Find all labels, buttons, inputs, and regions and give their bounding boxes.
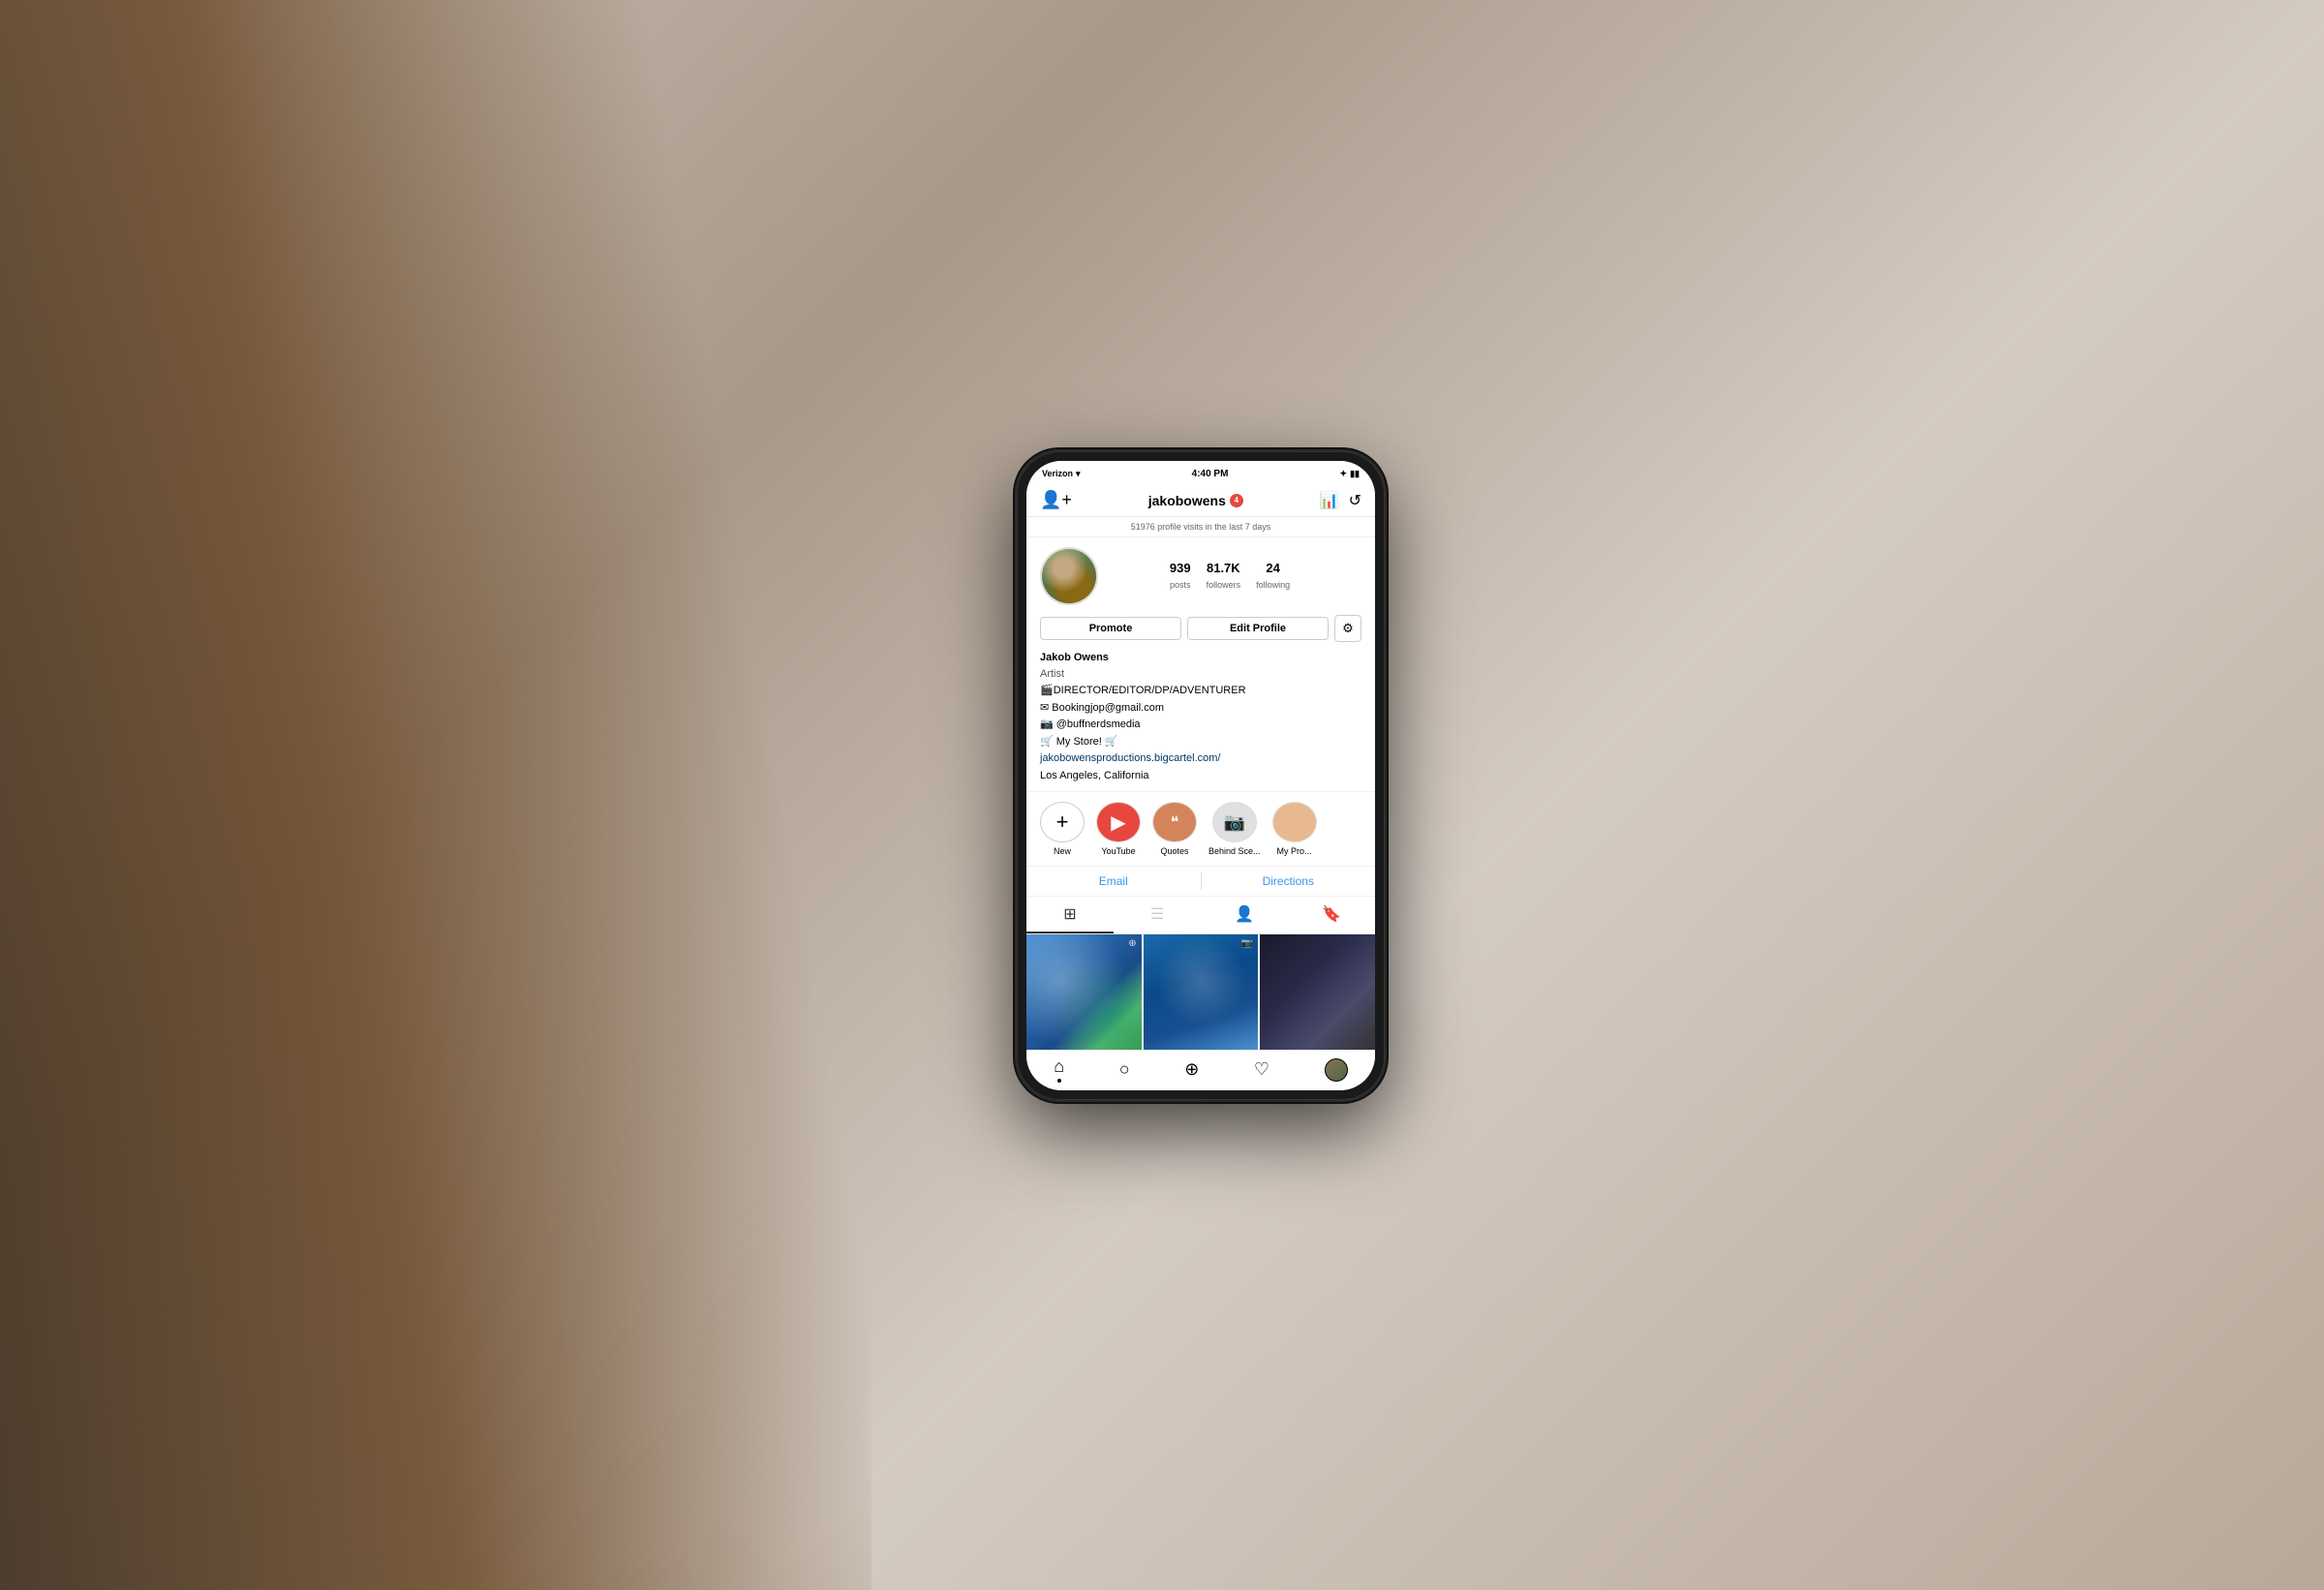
list-icon: ☰	[1150, 904, 1164, 924]
bio-location: Los Angeles, California	[1040, 768, 1361, 784]
followers-count: 81.7K	[1207, 561, 1241, 575]
nav-bar: 👤+ jakobowens 4 📊 ↺	[1026, 484, 1375, 517]
insights-text: 51976 profile visits in the last 7 days	[1131, 522, 1271, 532]
avatar-image	[1042, 549, 1096, 603]
bio-link[interactable]: jakobowensproductions.bigcartel.com/	[1040, 750, 1361, 767]
profile-avatar-small	[1325, 1058, 1348, 1082]
bottom-nav-search[interactable]: ○	[1119, 1059, 1130, 1080]
followers-stat[interactable]: 81.7K followers	[1207, 561, 1241, 593]
username-container: jakobowens 4	[1148, 493, 1243, 508]
chart-icon[interactable]: 📊	[1320, 491, 1339, 510]
bio-name: Jakob Owens	[1040, 650, 1361, 666]
photo-cell-2[interactable]: 📷	[1144, 934, 1259, 1050]
settings-icon: ⚙	[1342, 621, 1354, 636]
status-time: 4:40 PM	[1192, 469, 1229, 479]
highlight-quotes-circle: ❝	[1152, 802, 1197, 842]
photo-grid: ⊕ 📷	[1026, 934, 1375, 1050]
bluetooth-icon: ✦	[1340, 469, 1348, 479]
new-circle-icon: +	[1056, 810, 1069, 835]
settings-button[interactable]: ⚙	[1334, 615, 1361, 642]
carrier-text: Verizon	[1042, 469, 1073, 478]
bottom-nav-activity[interactable]: ♡	[1254, 1059, 1269, 1080]
posts-label: posts	[1170, 580, 1191, 590]
following-stat[interactable]: 24 following	[1256, 561, 1290, 593]
profile-info: 939 posts 81.7K followers 24 following P…	[1026, 537, 1375, 791]
history-icon[interactable]: ↺	[1349, 491, 1361, 510]
nav-icons: 📊 ↺	[1320, 491, 1361, 510]
battery-icon: ▮▮	[1350, 469, 1360, 479]
contact-buttons: Email Directions	[1026, 866, 1375, 897]
posts-count: 939	[1170, 561, 1191, 575]
action-buttons: Promote Edit Profile ⚙	[1040, 615, 1361, 642]
highlight-youtube-label: YouTube	[1101, 846, 1135, 856]
highlights-row: + New ▶ YouTube ❝ Quotes 📷 Behin	[1026, 791, 1375, 866]
bio-line3: 📷 @buffnerdsmedia	[1040, 717, 1361, 733]
add-icon: ⊕	[1184, 1059, 1199, 1080]
search-icon: ○	[1119, 1059, 1130, 1080]
notification-badge: 4	[1230, 494, 1243, 507]
photo-cell-3[interactable]	[1260, 934, 1375, 1050]
highlight-behind-label: Behind Sce...	[1208, 846, 1261, 856]
bio-line1: 🎬DIRECTOR/EDITOR/DP/ADVENTURER	[1040, 683, 1361, 699]
highlight-quotes-label: Quotes	[1160, 846, 1188, 856]
youtube-play-icon: ▶	[1111, 810, 1125, 835]
status-bar: Verizon ▾ 4:40 PM ✦ ▮▮	[1026, 461, 1375, 484]
highlight-mypr-label: My Pro...	[1277, 846, 1312, 856]
highlight-new-circle: +	[1040, 802, 1085, 842]
following-count: 24	[1256, 561, 1290, 575]
bio: Jakob Owens Artist 🎬DIRECTOR/EDITOR/DP/A…	[1040, 650, 1361, 783]
highlight-quotes[interactable]: ❝ Quotes	[1152, 802, 1197, 856]
tab-saved[interactable]: 🔖	[1288, 897, 1375, 933]
status-right: ✦ ▮▮	[1340, 469, 1360, 479]
tab-list[interactable]: ☰	[1114, 897, 1201, 933]
photo-cell-1[interactable]: ⊕	[1026, 934, 1142, 1050]
following-label: following	[1256, 580, 1290, 590]
heart-icon: ♡	[1254, 1059, 1269, 1080]
add-person-icon[interactable]: 👤+	[1040, 490, 1072, 510]
wifi-icon: ▾	[1076, 469, 1081, 479]
highlight-behind-circle: 📷	[1212, 802, 1257, 842]
highlight-youtube[interactable]: ▶ YouTube	[1096, 802, 1141, 856]
bio-category: Artist	[1040, 666, 1361, 683]
highlight-mypr-circle	[1272, 802, 1317, 842]
tab-tagged[interactable]: 👤	[1201, 897, 1288, 933]
phone-screen: Verizon ▾ 4:40 PM ✦ ▮▮ 👤+ jakobowens 4 📊…	[1026, 461, 1375, 1090]
behind-camera-icon: 📷	[1224, 812, 1245, 833]
home-active-dot	[1057, 1079, 1061, 1083]
highlight-new[interactable]: + New	[1040, 802, 1085, 856]
followers-label: followers	[1207, 580, 1241, 590]
phone-device: Verizon ▾ 4:40 PM ✦ ▮▮ 👤+ jakobowens 4 📊…	[1017, 451, 1385, 1100]
grid-icon: ⊞	[1063, 904, 1076, 924]
email-button[interactable]: Email	[1026, 867, 1201, 896]
tag-icon: 👤	[1235, 904, 1254, 924]
edit-profile-button[interactable]: Edit Profile	[1187, 617, 1329, 640]
status-left: Verizon ▾	[1042, 469, 1081, 479]
bio-line4: 🛒 My Store! 🛒	[1040, 734, 1361, 750]
profile-top: 939 posts 81.7K followers 24 following	[1040, 547, 1361, 605]
home-icon: ⌂	[1054, 1056, 1064, 1077]
stats-container: 939 posts 81.7K followers 24 following	[1098, 561, 1361, 593]
highlight-youtube-circle: ▶	[1096, 802, 1141, 842]
tab-grid[interactable]: ⊞	[1026, 897, 1114, 933]
bookmark-icon: 🔖	[1322, 904, 1341, 924]
bio-line2: ✉ Bookingjop@gmail.com	[1040, 700, 1361, 717]
bottom-nav-add[interactable]: ⊕	[1184, 1059, 1199, 1080]
highlight-behind[interactable]: 📷 Behind Sce...	[1208, 802, 1261, 856]
quotes-icon: ❝	[1171, 812, 1179, 832]
bottom-nav-home[interactable]: ⌂	[1054, 1056, 1064, 1083]
promote-button[interactable]: Promote	[1040, 617, 1181, 640]
directions-button[interactable]: Directions	[1202, 867, 1376, 896]
profile-insights: 51976 profile visits in the last 7 days	[1026, 517, 1375, 537]
avatar[interactable]	[1040, 547, 1098, 605]
hand-shadow	[0, 0, 872, 1590]
highlight-new-label: New	[1054, 846, 1071, 856]
username-text: jakobowens	[1148, 493, 1226, 508]
highlight-mypr[interactable]: My Pro...	[1272, 802, 1317, 856]
posts-stat[interactable]: 939 posts	[1170, 561, 1191, 593]
photo1-icon: ⊕	[1128, 938, 1136, 949]
grid-tabs: ⊞ ☰ 👤 🔖	[1026, 897, 1375, 934]
photo2-icon: 📷	[1241, 938, 1253, 949]
bottom-nav-profile[interactable]	[1325, 1058, 1348, 1082]
bottom-nav: ⌂ ○ ⊕ ♡	[1026, 1050, 1375, 1090]
